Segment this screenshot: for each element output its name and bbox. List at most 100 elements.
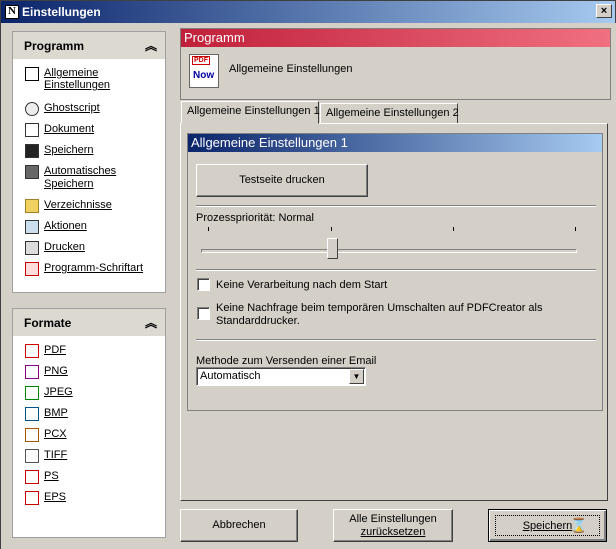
pdf-icon	[25, 344, 39, 358]
email-method-value: Automatisch	[200, 370, 261, 382]
document-icon	[25, 123, 39, 137]
pdf-now-icon-top: PDF	[192, 56, 210, 65]
sidebar-item-label: TIFF	[44, 449, 68, 461]
slider-tick	[453, 227, 454, 231]
priority-slider-track[interactable]	[201, 249, 577, 253]
programm-panel-title: Programm	[24, 38, 85, 53]
sidebar-item-label: BMP	[44, 407, 68, 419]
sidebar-item-pcx[interactable]: PCX	[25, 428, 67, 442]
slider-tick	[575, 227, 576, 231]
sidebar-item-ghostscript[interactable]: Ghostscript	[25, 102, 100, 116]
sidebar-item-ps[interactable]: PS	[25, 470, 59, 484]
sidebar: Programm ︽ Allgemeine Einstellungen Ghos…	[1, 23, 176, 549]
sidebar-item-speichern[interactable]: Speichern	[25, 144, 94, 158]
sidebar-item-label-line1: Automatisches	[44, 165, 117, 177]
slider-tick	[331, 227, 332, 231]
sidebar-item-png[interactable]: PNG	[25, 365, 68, 379]
sidebar-item-label: Drucken	[44, 241, 85, 253]
hourglass-cursor-icon: ⌛	[570, 517, 588, 533]
sidebar-item-tiff[interactable]: TIFF	[25, 449, 67, 463]
sidebar-item-label: PDF	[44, 344, 66, 356]
close-button[interactable]: ×	[596, 4, 612, 18]
sidebar-item-label: Aktionen	[44, 220, 87, 232]
sidebar-item-programm-schriftart[interactable]: Programm-Schriftart	[25, 262, 143, 276]
sidebar-item-label: PS	[44, 470, 59, 482]
section-subtitle: Allgemeine Einstellungen	[229, 63, 353, 75]
main-area: Programm PDF Now Allgemeine Einstellunge…	[176, 23, 616, 549]
separator	[196, 339, 596, 341]
sidebar-item-verzeichnisse[interactable]: Verzeichnisse	[25, 199, 112, 213]
sidebar-item-label: Ghostscript	[44, 102, 100, 114]
tab-allgemeine-einstellungen-1[interactable]: Allgemeine Einstellungen 1	[181, 101, 320, 124]
test-page-button[interactable]: Testseite drucken	[196, 164, 368, 197]
ghostscript-icon	[25, 102, 39, 116]
sidebar-item-dokument[interactable]: Dokument	[25, 123, 94, 137]
slider-tick	[208, 227, 209, 231]
jpeg-icon	[25, 386, 39, 400]
no-prompt-label-line1: Keine Nachfrage beim temporären Umschalt…	[216, 302, 543, 314]
tiff-icon	[25, 449, 39, 463]
sidebar-item-aktionen[interactable]: Aktionen	[25, 220, 87, 234]
settings-window: Einstellungen × Programm ︽ Allgemeine Ei…	[0, 0, 616, 549]
sidebar-item-label: PNG	[44, 365, 68, 377]
sidebar-item-bmp[interactable]: BMP	[25, 407, 68, 421]
bmp-icon	[25, 407, 39, 421]
sidebar-item-eps[interactable]: EPS	[25, 491, 66, 505]
no-prompt-label-line2: Standarddrucker.	[216, 315, 300, 327]
sidebar-item-jpeg[interactable]: JPEG	[25, 386, 73, 400]
pdfcreator-icon	[25, 67, 39, 81]
sidebar-item-label: Allgemeine Einstellungen	[44, 67, 111, 91]
formate-panel-title: Formate	[24, 315, 72, 330]
sidebar-item-label: Automatisches Speichern	[44, 165, 116, 191]
window-title: Einstellungen	[22, 5, 101, 19]
app-icon	[5, 5, 19, 19]
tab-panel: Allgemeine Einstellungen 1 Testseite dru…	[180, 123, 608, 501]
pdf-now-icon-bottom: Now	[193, 70, 215, 81]
floppy-icon	[25, 144, 39, 158]
sidebar-item-pdf[interactable]: PDF	[25, 344, 66, 358]
ps-icon	[25, 470, 39, 484]
sidebar-item-label: PCX	[44, 428, 67, 440]
reset-all-label-line1: Alle Einstellungen	[349, 513, 437, 525]
pdf-now-icon: PDF Now	[189, 54, 219, 88]
reset-all-label-line2: zurücksetzen	[360, 526, 426, 538]
collapse-up-icon[interactable]: ︽	[145, 40, 157, 52]
section-header-title: Programm	[181, 29, 610, 47]
separator	[196, 205, 596, 207]
formate-panel-header[interactable]: Formate ︽	[13, 309, 165, 336]
sidebar-item-label: Speichern	[44, 144, 94, 156]
sidebar-item-label: Dokument	[44, 123, 95, 135]
programm-panel-header[interactable]: Programm ︽	[13, 32, 165, 59]
pcx-icon	[25, 428, 39, 442]
email-method-label: Methode zum Versenden einer Email	[196, 355, 377, 367]
sidebar-item-drucken[interactable]: Drucken	[25, 241, 85, 255]
sidebar-item-label: EPS	[44, 491, 67, 503]
no-prompt-checkbox[interactable]	[197, 307, 210, 320]
save-button[interactable]: Speichern ⌛	[488, 509, 607, 542]
section-header: Programm PDF Now Allgemeine Einstellunge…	[180, 28, 611, 100]
font-icon	[25, 262, 39, 276]
priority-label: Prozesspriorität: Normal	[196, 212, 314, 224]
sidebar-item-label: JPEG	[44, 386, 73, 398]
autosave-icon	[25, 165, 39, 179]
folder-icon	[25, 199, 39, 213]
sidebar-item-allgemeine-einstellungen[interactable]: Allgemeine Einstellungen	[25, 67, 165, 91]
reset-all-button[interactable]: Alle Einstellungen zurücksetzen	[333, 509, 453, 542]
dropdown-arrow-icon[interactable]: ▼	[349, 369, 364, 384]
eps-icon	[25, 491, 39, 505]
printer-icon	[25, 241, 39, 255]
programm-panel: Programm ︽ Allgemeine Einstellungen Ghos…	[12, 31, 166, 293]
collapse-up-icon[interactable]: ︽	[145, 317, 157, 329]
priority-slider-thumb[interactable]	[327, 238, 338, 259]
email-method-select[interactable]: Automatisch ▼	[196, 367, 366, 386]
actions-icon	[25, 220, 39, 234]
formate-panel: Formate ︽ PDF PNG JPEG BMP PCX TIFF PS E…	[12, 308, 166, 538]
no-prompt-label: Keine Nachfrage beim temporären Umschalt…	[216, 302, 542, 328]
no-processing-checkbox[interactable]	[197, 278, 210, 291]
cancel-button[interactable]: Abbrechen	[180, 509, 298, 542]
no-processing-label: Keine Verarbeitung nach dem Start	[216, 279, 388, 291]
sidebar-item-automatisches-speichern[interactable]: Automatisches Speichern	[25, 165, 116, 191]
tab-allgemeine-einstellungen-2[interactable]: Allgemeine Einstellungen 2	[320, 103, 459, 124]
sidebar-item-label: Programm-Schriftart	[44, 262, 144, 274]
group-title: Allgemeine Einstellungen 1	[188, 134, 602, 152]
